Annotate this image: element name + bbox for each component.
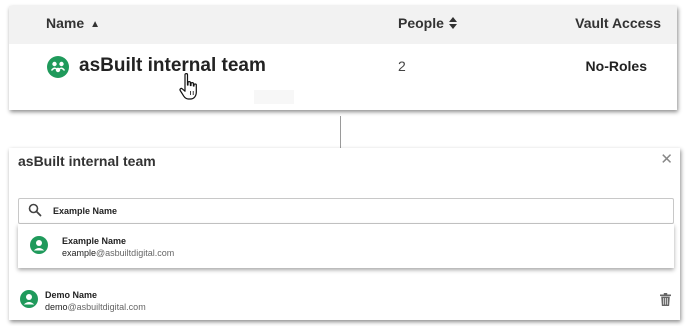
column-header-vault-access[interactable]: Vault Access: [575, 15, 661, 31]
member-search-field[interactable]: [18, 198, 674, 224]
suggestion-name: Example Name: [62, 236, 127, 246]
dialog-title: asBuilt internal team: [18, 153, 156, 169]
search-input[interactable]: [53, 203, 613, 219]
hidden-content-hint: [35, 268, 175, 272]
people-count: 2: [398, 58, 406, 74]
column-header-name-label: Name: [46, 15, 85, 31]
hand-cursor-icon: [179, 73, 197, 100]
member-email-user: demo: [45, 302, 68, 312]
sort-ascending-icon: ▲: [90, 19, 101, 30]
member-name: Demo Name: [45, 290, 98, 300]
team-dialog: asBuilt internal team ✕ Example Name exa…: [9, 148, 680, 320]
user-avatar-icon: [20, 290, 38, 308]
suggestion-email: example@asbuiltdigital.com: [62, 248, 174, 258]
team-name-link[interactable]: asBuilt internal team: [79, 55, 266, 77]
trash-icon[interactable]: [660, 293, 671, 306]
column-header-people-label: People: [398, 15, 444, 31]
table-row[interactable]: asBuilt internal team 2 No-Roles: [9, 44, 677, 102]
suggestion-email-user: example: [62, 248, 97, 258]
suggestion-dropdown: Example Name example@asbuiltdigital.com: [18, 224, 674, 268]
search-icon: [28, 203, 42, 217]
page: Name ▲ People Vault Access asBuilt intern…: [0, 0, 688, 326]
close-icon[interactable]: ✕: [660, 152, 673, 167]
user-avatar-icon: [30, 236, 48, 254]
teams-table: Name ▲ People Vault Access asBuilt intern…: [9, 6, 677, 110]
background-artifact: [254, 90, 294, 104]
vault-access-value: No-Roles: [585, 58, 647, 74]
member-email-domain: @asbuiltdigital.com: [67, 302, 146, 312]
member-row: Demo Name demo@asbuiltdigital.com: [9, 285, 680, 315]
team-icon: [47, 56, 69, 78]
member-email: demo@asbuiltdigital.com: [45, 302, 146, 312]
column-header-vault-access-label: Vault Access: [575, 15, 661, 31]
sort-both-icon: [448, 17, 457, 29]
column-header-name[interactable]: Name ▲: [46, 15, 100, 31]
suggestion-email-domain: @asbuiltdigital.com: [96, 248, 175, 258]
table-header: Name ▲ People Vault Access: [9, 6, 677, 44]
column-header-people[interactable]: People: [398, 15, 457, 31]
